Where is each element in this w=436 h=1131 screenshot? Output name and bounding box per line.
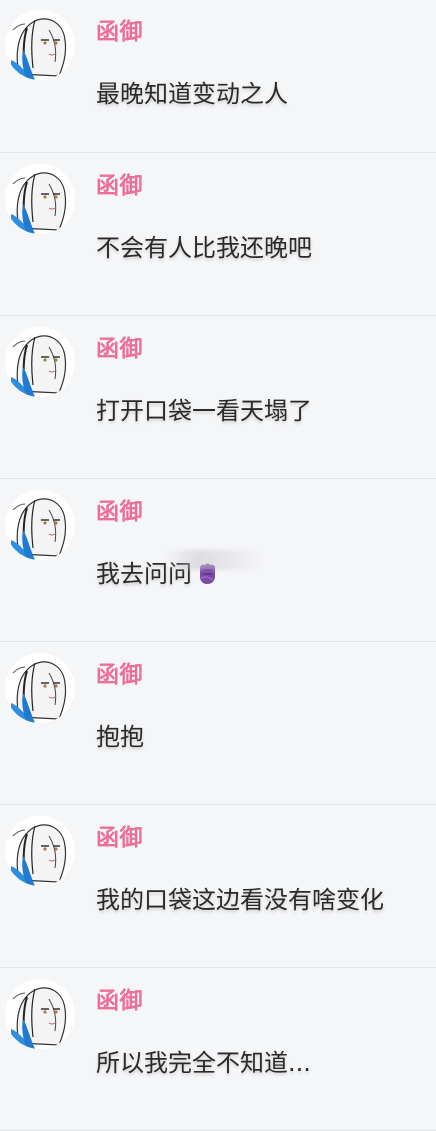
message-item: 函御 我的口袋这边看没有啥变化	[0, 805, 436, 968]
message-item: 函御 最晚知道变动之人	[0, 0, 436, 153]
message-text: 不会有人比我还晚吧	[96, 234, 312, 262]
sender-name[interactable]: 函御	[96, 166, 143, 200]
message-text: 我的口袋这边看没有啥变化	[96, 886, 384, 914]
message-text: 抱抱	[96, 723, 144, 751]
message-text: 打开口袋一看天塌了	[96, 397, 312, 425]
sender-name[interactable]: 函御	[96, 981, 143, 1015]
avatar[interactable]	[5, 164, 75, 234]
sender-name[interactable]: 函御	[96, 818, 143, 852]
sender-name[interactable]: 函御	[96, 492, 143, 526]
message-feed: 函御 最晚知道变动之人 函御 不会有人比我还晚吧 函御 打开口袋一看天塌了 函御…	[0, 0, 436, 1131]
avatar[interactable]	[5, 327, 75, 397]
message-item: 函御 打开口袋一看天塌了	[0, 316, 436, 479]
message-item: 函御 不会有人比我还晚吧	[0, 153, 436, 316]
message-item: 函御 抱抱	[0, 642, 436, 805]
message-text: 最晚知道变动之人	[96, 80, 288, 108]
avatar[interactable]	[5, 979, 75, 1049]
avatar[interactable]	[5, 816, 75, 886]
sender-name[interactable]: 函御	[96, 655, 143, 689]
avatar[interactable]	[5, 10, 75, 80]
blurred-overlay	[165, 550, 265, 570]
avatar[interactable]	[5, 490, 75, 560]
sender-name[interactable]: 函御	[96, 329, 143, 363]
message-text: 所以我完全不知道...	[96, 1049, 311, 1077]
avatar[interactable]	[5, 653, 75, 723]
sender-name[interactable]: 函御	[96, 12, 143, 46]
message-item: 函御 所以我完全不知道...	[0, 968, 436, 1131]
